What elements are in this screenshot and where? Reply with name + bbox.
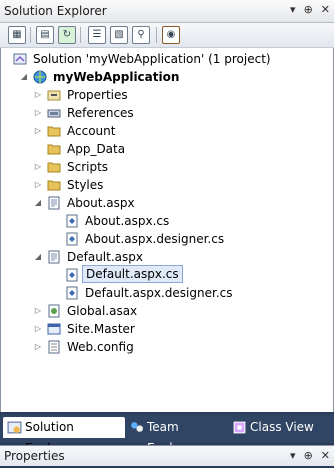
collapsed-arrow-icon[interactable]: ▷ bbox=[33, 338, 43, 356]
tree-item-label: Default.aspx bbox=[67, 250, 143, 264]
view-code-icon[interactable]: ☰ bbox=[88, 26, 106, 44]
expanded-arrow-icon[interactable]: ◢ bbox=[33, 248, 43, 266]
expanded-arrow-icon[interactable]: ◢ bbox=[19, 68, 29, 86]
config-file-icon bbox=[48, 340, 60, 354]
aspnet-configuration-icon[interactable]: ◉ bbox=[162, 26, 180, 44]
toolbar-separator bbox=[80, 27, 81, 43]
tree-item-label: Properties bbox=[67, 88, 128, 102]
toolbar-separator bbox=[30, 27, 31, 43]
auto-hide-pin-icon[interactable]: ⊕ bbox=[304, 3, 313, 17]
csharp-file-icon bbox=[66, 214, 78, 228]
web-project-icon bbox=[33, 70, 47, 84]
refresh-icon[interactable]: ↻ bbox=[58, 26, 76, 44]
tree-item-label: Global.asax bbox=[67, 304, 138, 318]
folder-icon bbox=[47, 144, 61, 155]
tree-item-label: Account bbox=[67, 124, 116, 138]
references-icon bbox=[47, 109, 61, 118]
bottom-tab-strip: Solution Explorer Team Explorer Class Vi… bbox=[0, 414, 334, 455]
tree-item-label: Web.config bbox=[67, 340, 134, 354]
collapsed-arrow-icon[interactable]: ▷ bbox=[33, 104, 43, 122]
properties-icon[interactable]: ▦ bbox=[8, 26, 26, 44]
csharp-file-icon bbox=[66, 232, 78, 246]
close-icon[interactable]: ✕ bbox=[321, 3, 330, 17]
copy-website-icon[interactable]: ⚲ bbox=[132, 26, 150, 44]
collapsed-arrow-icon[interactable]: ▷ bbox=[33, 320, 43, 338]
global-asax-icon bbox=[48, 304, 60, 318]
solution-explorer-toolbar: ▦ ▤ ↻ ☰ ▧ ⚲ ◉ bbox=[0, 23, 334, 48]
collapsed-arrow-icon[interactable]: ▷ bbox=[33, 158, 43, 176]
solution-explorer-icon bbox=[7, 421, 22, 434]
tree-item-label: About.aspx bbox=[67, 196, 135, 210]
tree-item-label: Solution 'myWebApplication' (1 project) bbox=[33, 52, 271, 66]
team-explorer-icon bbox=[131, 422, 143, 432]
tree-item-label: Site.Master bbox=[67, 322, 135, 336]
tree-item-label: Default.aspx.designer.cs bbox=[85, 286, 233, 300]
pin-dropdown-icon[interactable]: ▾ bbox=[290, 449, 296, 463]
aspx-page-icon bbox=[48, 250, 60, 264]
tree-item-label: About.aspx.designer.cs bbox=[85, 232, 225, 246]
view-designer-icon[interactable]: ▧ bbox=[110, 26, 128, 44]
csharp-file-icon bbox=[66, 286, 78, 300]
tab-class-view[interactable]: Class View bbox=[228, 417, 318, 438]
folder-icon bbox=[47, 180, 61, 191]
tree-item-label: Default.aspx.cs bbox=[82, 265, 183, 283]
expanded-arrow-icon[interactable]: ◢ bbox=[33, 194, 43, 212]
solution-tree: Solution 'myWebApplication' (1 project) … bbox=[0, 48, 334, 412]
tree-item-label: App_Data bbox=[67, 142, 126, 156]
solution-explorer-title-bar: Solution Explorer ▾ ⊕ ✕ bbox=[0, 0, 334, 23]
folder-icon bbox=[47, 162, 61, 173]
master-page-icon bbox=[47, 323, 61, 335]
folder-icon bbox=[47, 126, 61, 137]
toolbar-separator bbox=[156, 27, 157, 43]
close-icon[interactable]: ✕ bbox=[321, 449, 330, 463]
tree-item-label: Styles bbox=[67, 178, 104, 192]
solution-icon bbox=[13, 53, 27, 65]
properties-folder-icon bbox=[47, 90, 61, 101]
show-all-files-icon[interactable]: ▤ bbox=[36, 26, 54, 44]
tree-item-label: myWebApplication bbox=[53, 70, 180, 84]
properties-title-controls: ▾ ⊕ ✕ bbox=[290, 449, 330, 463]
tab-label: Class View bbox=[250, 420, 314, 434]
properties-panel-title-bar: Properties ▾ ⊕ ✕ bbox=[0, 445, 334, 466]
class-view-icon bbox=[233, 421, 246, 434]
title-bar-controls: ▾ ⊕ ✕ bbox=[290, 3, 330, 17]
tree-item-label: References bbox=[67, 106, 134, 120]
properties-title: Properties bbox=[4, 449, 65, 463]
tab-solution-explorer[interactable]: Solution Explorer bbox=[3, 417, 125, 455]
collapsed-arrow-icon[interactable]: ▷ bbox=[33, 302, 43, 320]
auto-hide-pin-icon[interactable]: ⊕ bbox=[304, 449, 313, 463]
collapsed-arrow-icon[interactable]: ▷ bbox=[33, 176, 43, 194]
pin-dropdown-icon[interactable]: ▾ bbox=[290, 3, 296, 17]
aspx-page-icon bbox=[48, 196, 60, 210]
csharp-file-icon bbox=[66, 268, 78, 282]
tree-item-label: About.aspx.cs bbox=[85, 214, 170, 228]
tree-item-label: Scripts bbox=[67, 160, 109, 174]
tab-team-explorer[interactable]: Team Explorer bbox=[125, 417, 227, 455]
collapsed-arrow-icon[interactable]: ▷ bbox=[33, 122, 43, 140]
panel-title: Solution Explorer bbox=[4, 4, 107, 18]
collapsed-arrow-icon[interactable]: ▷ bbox=[33, 86, 43, 104]
